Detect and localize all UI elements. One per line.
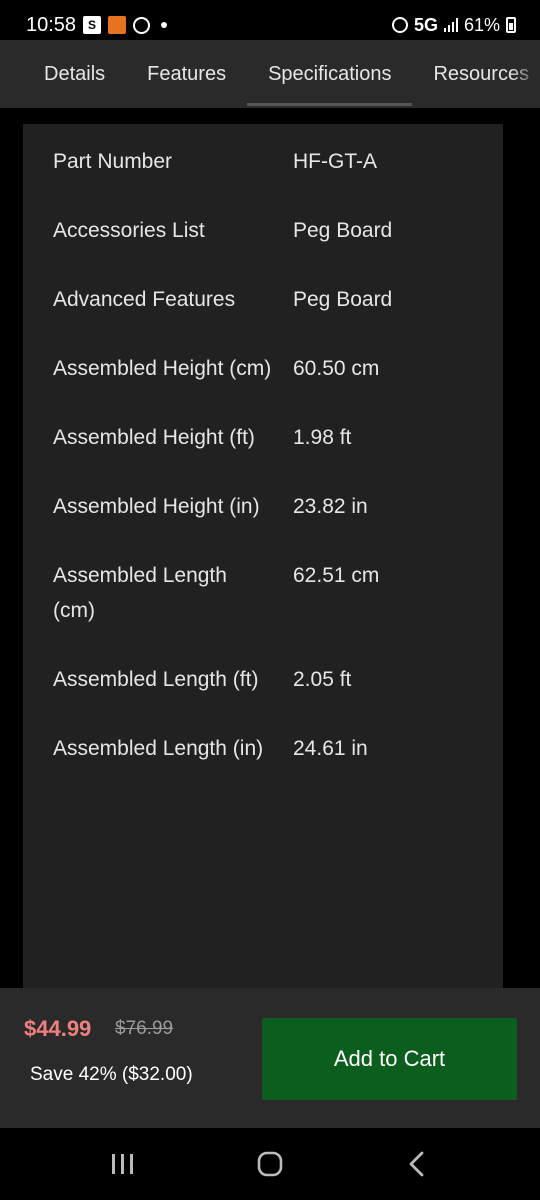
spec-label: Assembled Height (cm) (53, 357, 272, 380)
signal-icon (443, 18, 458, 32)
spec-row: Assembled Height (ft) 1.98 ft (23, 400, 503, 469)
purchase-bar: $44.99 $76.99 Save 42% ($32.00) Add to C… (0, 988, 540, 1128)
specifications-panel[interactable]: Part Number HF-GT-A Accessories List Peg… (0, 108, 540, 988)
savings-text: Save 42% ($32.00) (30, 1064, 193, 1085)
spec-label: Assembled Height (in) (53, 495, 260, 518)
clock: 10:58 (26, 13, 77, 36)
battery-percent: 61% (463, 14, 500, 35)
spec-table: Part Number HF-GT-A Accessories List Peg… (23, 124, 503, 988)
status-left: 10:58 S (26, 13, 168, 37)
spec-row: Assembled Height (in) 23.82 in (23, 469, 503, 538)
recents-icon[interactable] (93, 1139, 153, 1189)
tab-features[interactable]: Features (126, 40, 247, 108)
tab-fade (510, 40, 540, 108)
spec-label: Part Number (53, 150, 173, 173)
spec-value: 1.98 ft (293, 426, 352, 449)
notification-dot-icon (161, 22, 168, 28)
s-app-icon: S (83, 16, 102, 34)
spec-row: Part Number HF-GT-A (23, 124, 503, 193)
sale-price: $44.99 (24, 1016, 92, 1041)
spec-value: 62.51 cm (293, 564, 380, 587)
spec-row: Assembled Length (in) 24.61 in (23, 711, 503, 780)
navigation-bar (0, 1128, 540, 1200)
spec-row: Assembled Length (cm) 62.51 cm (23, 538, 503, 642)
spec-label: Advanced Features (53, 288, 236, 311)
spec-value: Peg Board (293, 288, 393, 311)
add-to-cart-button[interactable]: Add to Cart (262, 1018, 517, 1100)
alarm-icon (391, 17, 408, 33)
spec-label: Assembled Length (ft) (53, 668, 259, 691)
spec-value: 23.82 in (293, 495, 368, 518)
spec-value: 24.61 in (293, 737, 368, 760)
battery-icon (506, 17, 516, 33)
shopee-icon (108, 16, 127, 34)
spec-row: Assembled Height (cm) 60.50 cm (23, 331, 503, 400)
network-label: 5G (413, 14, 438, 35)
spec-value: Peg Board (293, 219, 393, 242)
tab-specifications[interactable]: Specifications (247, 40, 413, 108)
tab-details[interactable]: Details (0, 40, 126, 108)
spec-label: Assembled Length (in) (53, 737, 264, 760)
tab-bar: Details Features Specifications Resource… (0, 40, 540, 108)
spec-row: Advanced Features Peg Board (23, 262, 503, 331)
circle-app-icon (133, 16, 151, 34)
spec-value: 2.05 ft (293, 668, 352, 691)
spec-value: 60.50 cm (293, 357, 380, 380)
home-icon[interactable] (240, 1139, 300, 1189)
original-price: $76.99 (115, 1018, 174, 1039)
spec-label: Assembled Length (cm) (53, 564, 227, 622)
status-right: 5G 61% (391, 14, 516, 36)
spec-row: Accessories List Peg Board (23, 193, 503, 262)
back-icon[interactable] (387, 1139, 447, 1189)
spec-value: HF-GT-A (293, 150, 377, 173)
spec-label: Assembled Height (ft) (53, 426, 255, 449)
spec-label: Accessories List (53, 219, 205, 242)
spec-row: Assembled Length (ft) 2.05 ft (23, 642, 503, 711)
